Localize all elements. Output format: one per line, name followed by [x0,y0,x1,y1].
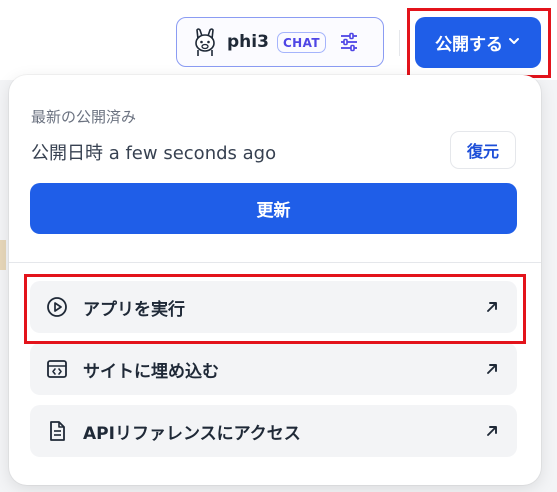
panel-divider [9,262,541,263]
divider [399,30,400,56]
arrow-up-right-icon [483,360,501,378]
sliders-icon[interactable] [336,29,362,55]
api-reference-label: APIリファレンスにアクセス [83,423,301,444]
restore-button[interactable]: 復元 [450,131,516,169]
api-reference-item[interactable]: APIリファレンスにアクセス [30,405,517,457]
chat-badge: CHAT [276,31,326,53]
latest-published-label: 最新の公開済み [31,108,137,126]
arrow-up-right-icon [483,422,501,440]
embed-icon [46,358,68,380]
model-name: phi3 [227,32,269,52]
model-selector[interactable]: phi3 CHAT [176,17,384,67]
embed-site-item[interactable]: サイトに埋め込む [30,343,517,395]
embed-site-label: サイトに埋め込む [83,361,219,382]
llama-icon [191,27,219,57]
background-edge [0,240,6,270]
top-bar: phi3 CHAT 公開する [0,0,557,80]
run-app-highlight [24,274,526,344]
publish-button-highlight [407,8,551,78]
document-icon [46,420,68,442]
update-button[interactable]: 更新 [30,183,517,234]
published-time: 公開日時 a few seconds ago [31,143,277,164]
